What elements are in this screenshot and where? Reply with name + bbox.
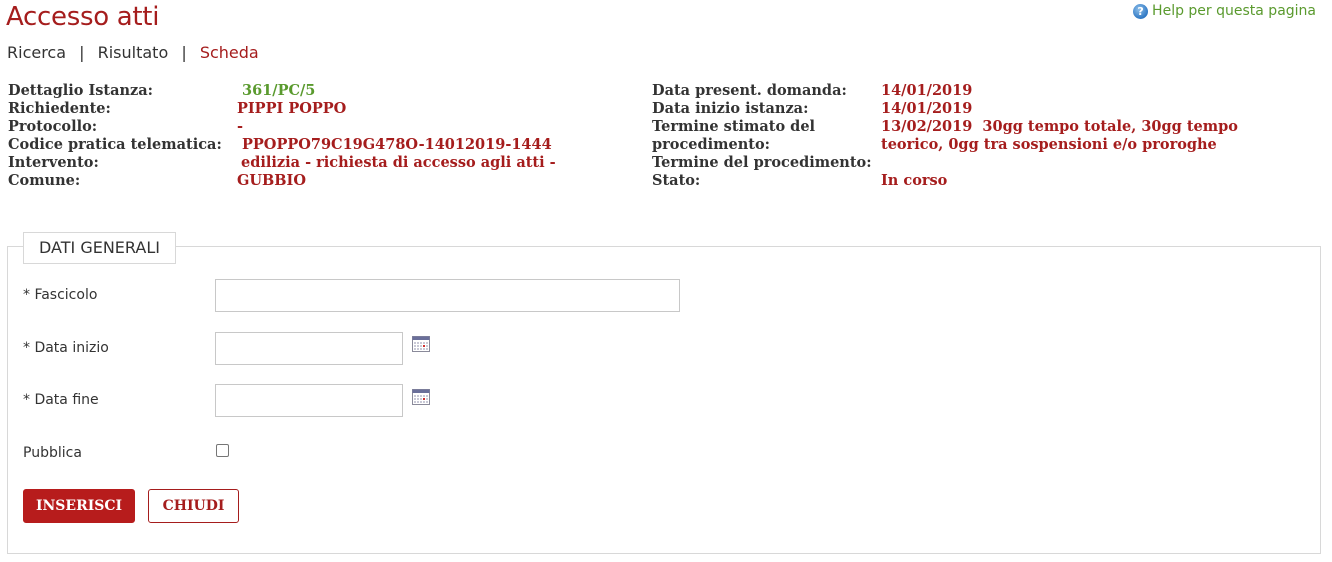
fieldset-legend: DATI GENERALI xyxy=(23,232,176,264)
calendar-icon[interactable] xyxy=(412,336,430,352)
fascicolo-label: * Fascicolo xyxy=(23,287,98,303)
detail-label: Comune: xyxy=(8,172,81,189)
close-button[interactable]: CHIUDI xyxy=(148,489,239,523)
breadcrumb: Ricerca | Risultato | Scheda xyxy=(7,43,259,62)
instance-id-link[interactable]: 361/PC/5 xyxy=(242,82,315,100)
data-fine-input[interactable] xyxy=(215,384,403,417)
pubblica-checkbox[interactable] xyxy=(216,444,229,457)
detail-label: Termine stimato del xyxy=(652,118,816,135)
detail-value: 14/01/2019 xyxy=(881,82,973,99)
detail-label: Data inizio istanza: xyxy=(652,100,809,117)
detail-label: Codice pratica telematica: xyxy=(8,136,222,153)
detail-value: teorico, 0gg tra sospensioni e/o prorogh… xyxy=(881,136,1217,153)
breadcrumb-separator: | xyxy=(181,43,187,62)
detail-label: Protocollo: xyxy=(8,118,98,135)
detail-value: PPOPPO79C19G478O-14012019-1444 xyxy=(242,136,552,153)
page-title: Accesso atti xyxy=(6,2,160,32)
detail-value: GUBBIO xyxy=(237,172,306,189)
status-value: In corso xyxy=(881,172,948,189)
data-inizio-input[interactable] xyxy=(215,332,403,365)
detail-value: 13/02/2019 30gg tempo totale, 30gg tempo xyxy=(881,118,1238,135)
detail-value: PIPPI POPPO xyxy=(237,100,347,117)
insert-button[interactable]: INSERISCI xyxy=(23,489,135,523)
detail-value: edilizia - richiesta di accesso agli att… xyxy=(241,154,556,171)
data-inizio-label: * Data inizio xyxy=(23,340,109,356)
breadcrumb-separator: | xyxy=(79,43,85,62)
breadcrumb-ricerca[interactable]: Ricerca xyxy=(7,43,66,62)
detail-label: Termine del procedimento: xyxy=(652,154,872,171)
detail-label: Richiedente: xyxy=(8,100,111,117)
breadcrumb-scheda: Scheda xyxy=(199,43,259,62)
detail-value: - xyxy=(237,118,244,135)
calendar-icon[interactable] xyxy=(412,389,430,405)
pubblica-label: Pubblica xyxy=(23,445,82,461)
help-label[interactable]: Help per questa pagina xyxy=(1152,3,1316,19)
detail-label: Stato: xyxy=(652,172,701,189)
detail-value: 14/01/2019 xyxy=(881,100,973,117)
fascicolo-input[interactable] xyxy=(215,279,680,312)
data-fine-label: * Data fine xyxy=(23,392,99,408)
detail-label: Data present. domanda: xyxy=(652,82,847,99)
help-link[interactable]: ? Help per questa pagina xyxy=(1133,3,1316,19)
detail-label: Intervento: xyxy=(8,154,99,171)
detail-label: procedimento: xyxy=(652,136,770,153)
breadcrumb-risultato[interactable]: Risultato xyxy=(98,43,169,62)
detail-label: Dettaglio Istanza: xyxy=(8,82,154,99)
help-icon[interactable]: ? xyxy=(1133,3,1149,19)
